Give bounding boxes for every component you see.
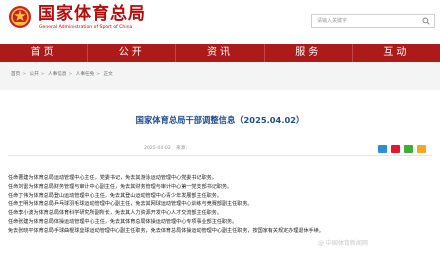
breadcrumb-item-current: 正文 <box>103 72 113 77</box>
nav-item-home[interactable]: 首页 <box>0 44 87 62</box>
paragraph: 免去张晓平体育总局手球曲棍球垒球运动管理中心副主任职务，免去体育总局体操运动管理… <box>8 227 324 234</box>
share-qzone-icon[interactable] <box>417 145 426 153</box>
article-source-label: 来源： <box>176 146 190 151</box>
breadcrumb-separator: > <box>40 72 45 77</box>
article-body: 任命曹建为体育总局运动管理中心主任，党委书记，免去其游泳运动管理中心党委书记职务… <box>8 174 434 236</box>
article-date: 2025-04-02 <box>144 146 171 151</box>
breadcrumb-separator: > <box>22 72 27 77</box>
article-title: 国家体育总局干部调整信息（2025.04.02） <box>135 115 305 125</box>
nav-item-news[interactable]: 资讯 <box>175 44 263 62</box>
breadcrumb-item-public[interactable]: 公开 <box>30 72 39 77</box>
paragraph: 任命张建为体育总局体操运动管理中心主任，免去其体育总局体操运动管理中心专项事业部… <box>8 218 238 225</box>
breadcrumb-item-home[interactable]: 首页 <box>11 72 20 77</box>
search-input[interactable] <box>312 15 423 27</box>
paragraph: 任命丁伟为体育总局登山运动管理中心主任，免去其登山运动管理中心青少年发展部主任职… <box>8 192 222 199</box>
paragraph: 任命刘雷为体育总局财务管理与审计中心副主任，免去其财务管理与审计中心第一党支部书… <box>8 183 233 190</box>
breadcrumb-separator: > <box>96 72 101 77</box>
paragraph: 任命王明为体育总局乒乓球羽毛球运动管理中心副主任，免去其网球运动管理中心训练与竞… <box>8 201 253 208</box>
national-emblem-icon <box>8 5 32 29</box>
breadcrumb-item-appointments[interactable]: 人事任免 <box>76 72 94 77</box>
breadcrumb: 首页 > 公开 > 人事信息 > 人事任免 > 正文 <box>11 72 115 78</box>
search-icon[interactable] <box>421 16 431 26</box>
site-header: 国家体育总局 General Administration of Sport o… <box>0 0 440 44</box>
breadcrumb-separator: > <box>68 72 73 77</box>
site-title[interactable]: 国家体育总局 <box>38 5 146 23</box>
site-subtitle: General Administration of Sport of China <box>39 25 133 30</box>
nav-item-public[interactable]: 公开 <box>87 44 175 62</box>
share-qq-icon[interactable] <box>378 145 387 153</box>
breadcrumb-item-personnel[interactable]: 人事信息 <box>48 72 66 77</box>
paragraph: 任命李小波为体育总局体育科学研究所副所长，免去其人力资源开发中心人才交流部主任职… <box>8 210 222 217</box>
share-wechat-icon[interactable] <box>404 145 413 153</box>
breadcrumb-bar: 首页 > 公开 > 人事信息 > 人事任免 > 正文 <box>0 62 440 90</box>
divider <box>8 155 432 156</box>
article-content: 国家体育总局干部调整信息（2025.04.02） 2025-04-02 来源： … <box>0 90 440 266</box>
nav-item-service[interactable]: 服务 <box>263 44 352 62</box>
watermark: @ 中国体育新闻网 <box>318 240 368 247</box>
paragraph: 任命曹建为体育总局运动管理中心主任，党委书记，免去其游泳运动管理中心党委书记职务… <box>8 175 217 181</box>
main-nav: 首页 公开 资讯 服务 互动 <box>0 44 440 62</box>
search-box <box>311 14 435 28</box>
article-meta: 2025-04-02 来源： <box>8 144 432 153</box>
share-weibo-icon[interactable] <box>391 145 400 153</box>
nav-item-interact[interactable]: 互动 <box>351 44 440 62</box>
